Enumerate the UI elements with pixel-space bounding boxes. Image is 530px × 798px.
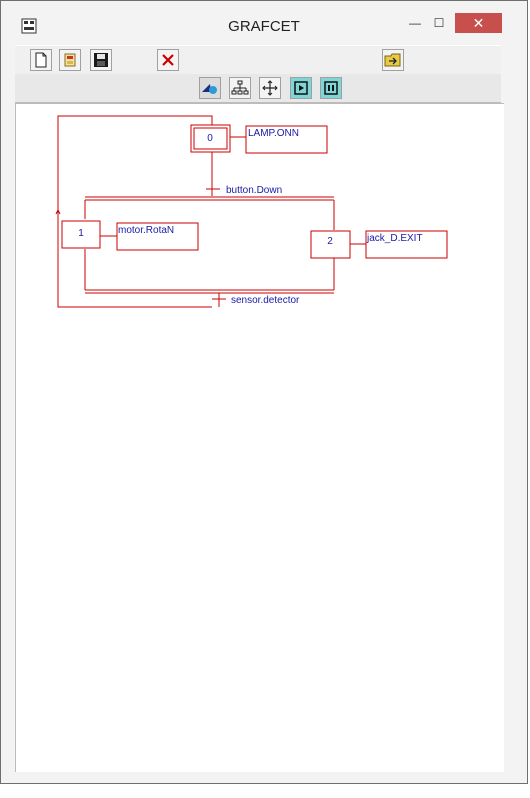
action-step-2-label: jack_D.EXIT <box>366 233 423 244</box>
grafcet-diagram: 0 LAMP.ONN button.Down 1 motor.RotaN 2 j… <box>55 115 448 308</box>
minimize-button[interactable]: — <box>405 13 425 33</box>
action-step-1[interactable]: motor.RotaN <box>100 222 199 251</box>
action-step-0-label: LAMP.ONN <box>248 128 299 139</box>
grafcet-window: GRAFCET — ☐ ✕ 0 LAMP.ONN button.Down 1 m… <box>0 0 528 784</box>
open-folder-icon <box>64 53 76 67</box>
divergence-top-line <box>85 196 334 201</box>
convergence-line <box>85 289 334 294</box>
play-icon <box>294 81 308 95</box>
step-0-label: 0 <box>207 133 213 144</box>
maximize-button[interactable]: ☐ <box>429 13 449 33</box>
folder-arrow-icon <box>384 53 401 67</box>
export-button[interactable] <box>382 49 404 71</box>
pause-icon <box>324 81 338 95</box>
step-0[interactable]: 0 <box>190 124 231 153</box>
step-2[interactable]: 2 <box>310 230 351 259</box>
step-2-label: 2 <box>327 236 333 247</box>
title-bar[interactable]: GRAFCET — ☐ ✕ <box>1 1 527 35</box>
cursor-shape-icon <box>202 84 217 94</box>
transition-button-down-label: button.Down <box>226 185 282 196</box>
new-document-icon <box>35 52 47 68</box>
action-step-1-label: motor.RotaN <box>118 225 174 236</box>
loop-back-line <box>57 115 213 308</box>
tree-structure-icon <box>231 80 249 95</box>
pause-button[interactable] <box>320 77 342 99</box>
hierarchy-tool-button[interactable] <box>229 77 251 99</box>
action-step-0[interactable]: LAMP.ONN <box>230 125 328 154</box>
grafcet-canvas[interactable]: 0 LAMP.ONN button.Down 1 motor.RotaN 2 j… <box>15 103 504 772</box>
four-arrows-icon <box>262 80 278 96</box>
close-button[interactable]: ✕ <box>455 13 502 33</box>
floppy-disk-icon <box>94 53 108 67</box>
run-button[interactable] <box>290 77 312 99</box>
select-tool-button[interactable] <box>199 77 221 99</box>
step-1[interactable]: 1 <box>61 220 101 249</box>
main-toolbar <box>15 45 501 75</box>
save-button[interactable] <box>90 49 112 71</box>
step-1-label: 1 <box>78 228 84 239</box>
delete-button[interactable] <box>157 49 179 71</box>
red-x-icon <box>162 54 174 66</box>
new-button[interactable] <box>30 49 52 71</box>
tool-palette <box>15 74 501 103</box>
action-step-2[interactable]: jack_D.EXIT <box>350 230 448 259</box>
transition-sensor-label: sensor.detector <box>231 295 300 306</box>
open-button[interactable] <box>59 49 81 71</box>
move-tool-button[interactable] <box>259 77 281 99</box>
